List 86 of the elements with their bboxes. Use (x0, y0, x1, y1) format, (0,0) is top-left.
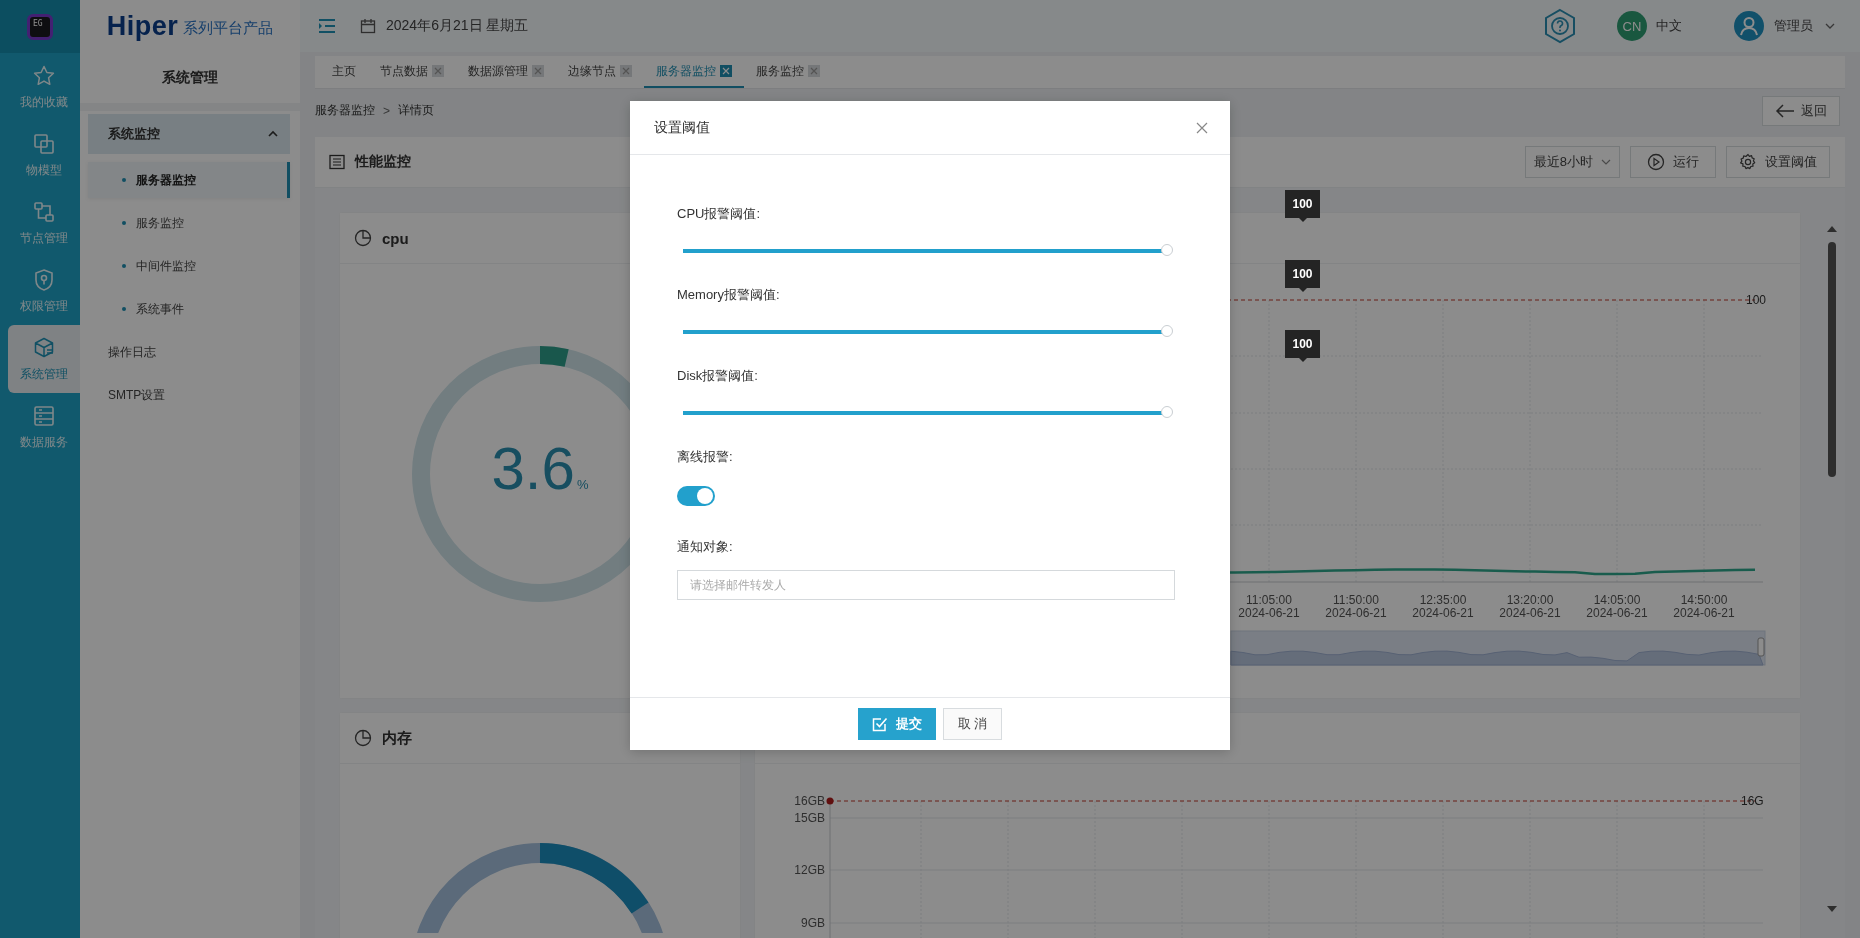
threshold-button[interactable]: 设置阈值 (1726, 146, 1830, 178)
list-icon (32, 403, 56, 428)
menu-icon[interactable] (318, 18, 336, 34)
arrow-left-icon (1775, 103, 1795, 118)
breadcrumb-separator: > (383, 103, 390, 118)
submit-button[interactable]: 提交 (857, 708, 936, 740)
axis-label: 12GB (794, 863, 825, 877)
brand-name: Hiper (106, 11, 179, 42)
tab[interactable]: 数据源管理 (456, 56, 556, 88)
caret-icon (1601, 158, 1611, 166)
dialog-title: 设置阈值 (654, 118, 710, 137)
list-icon (329, 154, 345, 170)
help-icon[interactable] (1543, 8, 1577, 44)
menu-item[interactable]: 操作日志 (88, 334, 290, 370)
card-title: cpu (382, 229, 409, 247)
play-icon (1647, 153, 1665, 171)
menu-group-label: 系统监控 (108, 125, 160, 143)
calendar-icon (360, 18, 376, 34)
close-icon[interactable] (808, 65, 820, 77)
slider-thumb[interactable] (1161, 244, 1173, 256)
breadcrumb-item[interactable]: 服务器监控 (315, 102, 375, 119)
axis-label: 15GB (794, 811, 825, 825)
pie-chart-icon (354, 229, 372, 247)
field-label: Disk报警阈值: (677, 367, 759, 385)
tab[interactable]: 服务器监控 (644, 56, 744, 88)
field-label: 离线报警: (677, 448, 734, 466)
tab[interactable]: 服务监控 (744, 56, 832, 88)
panel-title: 性能监控 (355, 153, 411, 171)
gauge-unit: % (576, 477, 589, 492)
gauge-value: 3.6 (491, 439, 575, 499)
axis-label: 12:35:00 2024-06-21 (1412, 593, 1474, 620)
squares-icon (32, 131, 56, 156)
pie-chart-icon (354, 729, 372, 747)
settings-icon (1739, 153, 1757, 171)
menu-item[interactable]: 服务监控 (88, 205, 290, 241)
logo-badge: EG (27, 13, 53, 40)
menu-item[interactable]: 服务器监控 (88, 162, 290, 198)
user-avatar-icon[interactable] (1734, 11, 1764, 41)
tab[interactable]: 节点数据 (368, 56, 456, 88)
star-icon (32, 63, 56, 88)
close-icon[interactable] (1196, 121, 1208, 134)
field-label: CPU报警阈值: (677, 205, 762, 223)
menu-item[interactable]: 系统事件 (88, 291, 290, 327)
threshold-label: 16G (1741, 794, 1764, 808)
chevron-icon (268, 130, 278, 138)
field-label: 通知对象: (677, 538, 734, 556)
language-avatar[interactable]: CN (1617, 11, 1647, 41)
slider-thumb[interactable] (1161, 325, 1173, 337)
date-text: 2024年6月21日 星期五 (386, 17, 529, 35)
threshold-label: 100 (1746, 293, 1767, 307)
tab[interactable]: 边缘节点 (556, 56, 644, 88)
close-icon[interactable] (532, 65, 544, 77)
axis-label: 9GB (801, 916, 825, 930)
back-button[interactable]: 返回 (1762, 95, 1840, 126)
slider-thumb[interactable] (1161, 406, 1173, 418)
card-title: 内存 (382, 728, 412, 748)
close-icon[interactable] (620, 65, 632, 77)
axis-label: 14:50:00 2024-06-21 (1673, 593, 1735, 620)
shield-icon (32, 267, 56, 292)
axis-label: 11:50:00 2024-06-21 (1325, 593, 1387, 620)
axis-label: 11:05:00 2024-06-21 (1238, 593, 1300, 620)
menu-item[interactable]: 中间件监控 (88, 248, 290, 284)
axis-label: 14:05:00 2024-06-21 (1586, 593, 1648, 620)
cancel-button[interactable]: 取 消 (942, 708, 1003, 740)
threshold-slider[interactable] (683, 325, 1175, 339)
menu-item[interactable]: SMTP设置 (88, 377, 290, 413)
menu-group[interactable]: 系统监控 (88, 114, 290, 154)
close-icon[interactable] (720, 65, 732, 77)
tab[interactable]: 主页 (320, 56, 368, 88)
threshold-slider[interactable] (683, 406, 1175, 420)
toggle-switch[interactable] (677, 486, 715, 506)
brand-tagline: 系列平台产品 (183, 18, 274, 38)
axis-label: 13:20:00 2024-06-21 (1499, 593, 1561, 620)
recipient-field[interactable]: 请选择邮件转发人 (677, 570, 1175, 600)
axis-label: 16GB (794, 794, 825, 808)
caret-icon[interactable] (1825, 22, 1835, 30)
close-icon[interactable] (432, 65, 444, 77)
language-label[interactable]: 中文 (1656, 17, 1682, 35)
nodes-icon (32, 199, 56, 224)
run-button[interactable]: 运行 (1630, 146, 1716, 178)
user-name[interactable]: 管理员 (1774, 17, 1813, 35)
check-icon (871, 716, 888, 732)
field-label: Memory报警阈值: (677, 286, 781, 304)
cube-icon (32, 335, 56, 360)
range-dropdown[interactable]: 最近8小时 (1524, 146, 1620, 178)
breadcrumb-item: 详情页 (398, 102, 434, 119)
